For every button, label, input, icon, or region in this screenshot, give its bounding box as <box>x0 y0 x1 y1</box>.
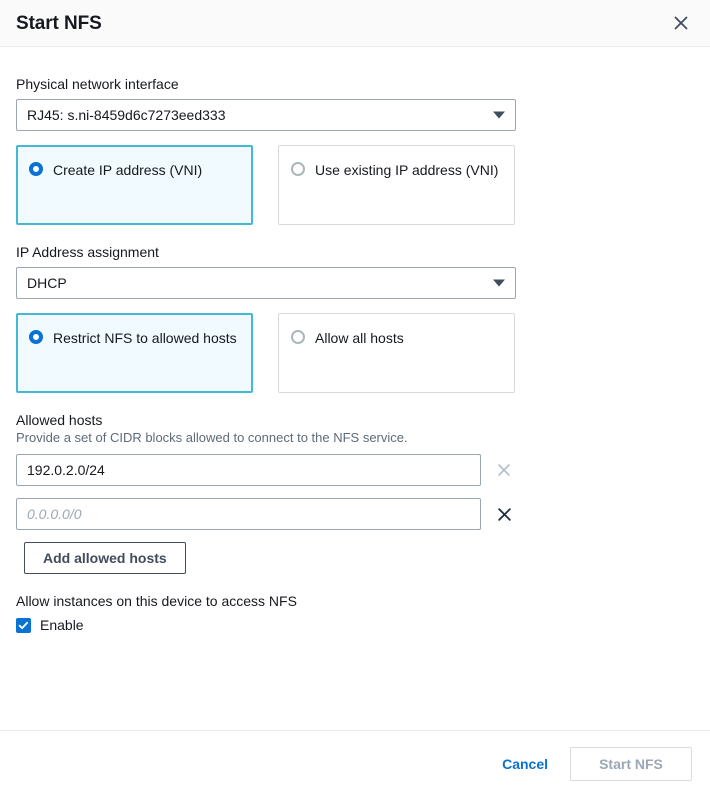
close-icon <box>496 462 512 478</box>
close-button[interactable] <box>666 8 696 38</box>
allowed-host-row <box>16 498 694 530</box>
ip-assignment-field: IP Address assignment DHCP <box>16 243 694 299</box>
modal-footer: Cancel Start NFS <box>0 730 710 797</box>
ip-assignment-value: DHCP <box>27 275 67 291</box>
modal-body: Physical network interface RJ45: s.ni-84… <box>0 47 710 730</box>
close-icon <box>496 506 513 523</box>
ip-mode-tile-group: Create IP address (VNI) Use existing IP … <box>16 145 694 225</box>
remove-allowed-host-button-2[interactable] <box>493 503 515 525</box>
radio-icon-unselected <box>291 330 305 344</box>
ip-mode-tile-existing[interactable]: Use existing IP address (VNI) <box>278 145 515 225</box>
modal-header: Start NFS <box>0 0 710 47</box>
ip-mode-tile-create[interactable]: Create IP address (VNI) <box>16 145 253 225</box>
enable-instance-access-checkbox[interactable]: Enable <box>16 616 694 634</box>
modal-title: Start NFS <box>16 12 102 34</box>
add-allowed-hosts-button[interactable]: Add allowed hosts <box>24 542 186 574</box>
checkbox-checked-icon <box>16 617 31 633</box>
host-mode-tile-restrict-label: Restrict NFS to allowed hosts <box>53 330 237 346</box>
ip-assignment-label: IP Address assignment <box>16 244 159 260</box>
chevron-down-icon <box>493 111 505 119</box>
allowed-host-row <box>16 454 694 486</box>
allowed-host-input-2[interactable] <box>16 498 481 530</box>
host-mode-tile-allow-all[interactable]: Allow all hosts <box>278 313 515 393</box>
instance-access-label: Allow instances on this device to access… <box>16 593 297 609</box>
allowed-hosts-section: Allowed hosts Provide a set of CIDR bloc… <box>16 411 694 574</box>
ip-mode-tile-create-label: Create IP address (VNI) <box>53 162 203 178</box>
physical-interface-field: Physical network interface RJ45: s.ni-84… <box>16 75 694 131</box>
remove-allowed-host-button-1[interactable] <box>493 459 515 481</box>
host-mode-tile-allow-all-label: Allow all hosts <box>315 330 404 346</box>
enable-instance-access-label: Enable <box>40 617 84 633</box>
allowed-host-input-1[interactable] <box>16 454 481 486</box>
allowed-hosts-description: Provide a set of CIDR blocks allowed to … <box>16 430 408 445</box>
start-nfs-submit-button[interactable]: Start NFS <box>570 747 692 781</box>
physical-interface-value: RJ45: s.ni-8459d6c7273eed333 <box>27 107 226 123</box>
allowed-hosts-label: Allowed hosts <box>16 412 103 428</box>
radio-icon-selected <box>29 162 43 176</box>
instance-access-section: Allow instances on this device to access… <box>16 592 694 634</box>
physical-interface-label: Physical network interface <box>16 76 179 92</box>
add-allowed-hosts-wrapper: Add allowed hosts <box>24 542 694 574</box>
radio-icon-unselected <box>291 162 305 176</box>
physical-interface-select[interactable]: RJ45: s.ni-8459d6c7273eed333 <box>16 99 516 131</box>
host-mode-tile-group: Restrict NFS to allowed hosts Allow all … <box>16 313 694 393</box>
radio-icon-selected <box>29 330 43 344</box>
ip-assignment-select[interactable]: DHCP <box>16 267 516 299</box>
host-mode-tile-restrict[interactable]: Restrict NFS to allowed hosts <box>16 313 253 393</box>
ip-mode-tile-existing-label: Use existing IP address (VNI) <box>315 162 499 178</box>
cancel-button[interactable]: Cancel <box>498 750 552 778</box>
chevron-down-icon <box>493 279 505 287</box>
close-icon <box>672 14 690 32</box>
start-nfs-modal: Start NFS Physical network interface RJ4… <box>0 0 710 797</box>
